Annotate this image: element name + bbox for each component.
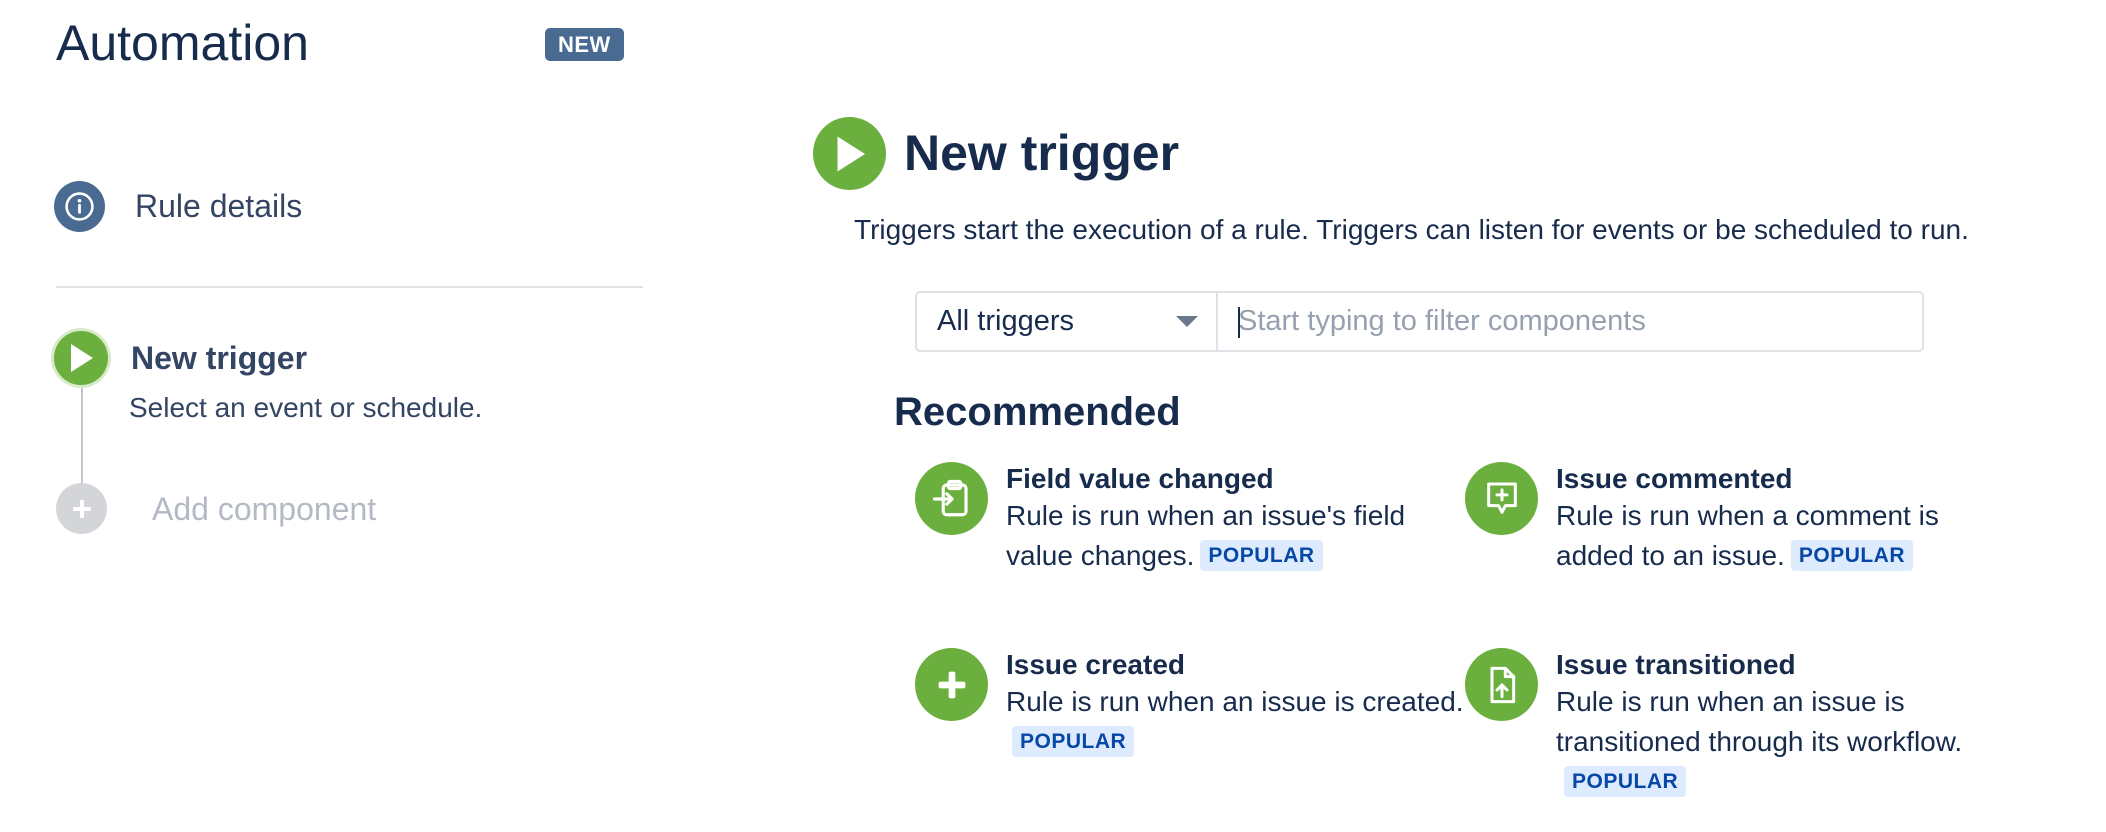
card-description: Rule is run when an issue is transitione… (1556, 682, 1986, 802)
trigger-step-description: Select an event or schedule. (129, 392, 483, 423)
search-input[interactable] (1218, 293, 1922, 350)
card-issue-created[interactable]: Issue created Rule is run when an issue … (915, 648, 1466, 762)
rule-details-step[interactable]: Rule details (54, 181, 302, 232)
card-description: Rule is run when an issue's field value … (1006, 500, 1406, 571)
comment-icon (1465, 462, 1538, 535)
card-description: Rule is run when an issue is created.POP… (1006, 682, 1466, 762)
page-title: Automation (56, 15, 309, 71)
main-description: Triggers start the execution of a rule. … (854, 214, 1969, 245)
card-title: Issue commented (1556, 463, 1793, 494)
card-field-value-changed[interactable]: Field value changed Rule is run when an … (915, 462, 1466, 576)
popular-badge: POPULAR (1564, 766, 1687, 797)
info-icon (54, 181, 105, 232)
field-change-icon (915, 462, 988, 535)
play-icon (813, 117, 886, 190)
recommended-heading: Recommended (894, 390, 1181, 434)
card-title: Issue created (1006, 649, 1185, 680)
step-connector-line (81, 380, 83, 490)
chevron-down-icon (1176, 315, 1198, 327)
new-badge: NEW (545, 28, 624, 61)
add-component-link[interactable]: Add component (152, 491, 376, 528)
main-title: New trigger (904, 125, 1180, 181)
filter-bar: All triggers (915, 291, 1924, 352)
card-title: Issue transitioned (1556, 649, 1796, 680)
plus-icon[interactable] (56, 483, 107, 534)
trigger-step-title[interactable]: New trigger (131, 340, 307, 377)
card-description: Rule is run when a comment is added to a… (1556, 500, 1939, 571)
popular-badge: POPULAR (1012, 726, 1135, 757)
card-title: Field value changed (1006, 463, 1274, 494)
card-issue-commented[interactable]: Issue commented Rule is run when a comme… (1465, 462, 2016, 576)
sidebar-divider (56, 286, 643, 288)
plus-icon (915, 648, 988, 721)
popular-badge: POPULAR (1200, 540, 1323, 571)
trigger-select-value: All triggers (937, 305, 1074, 337)
rule-details-label: Rule details (135, 188, 303, 224)
popular-badge: POPULAR (1790, 540, 1914, 571)
card-issue-transitioned[interactable]: Issue transitioned Rule is run when an i… (1465, 648, 1986, 802)
play-icon[interactable] (54, 331, 108, 385)
trigger-type-select[interactable]: All triggers (917, 293, 1218, 350)
text-cursor (1238, 307, 1240, 338)
transition-icon (1465, 648, 1538, 721)
